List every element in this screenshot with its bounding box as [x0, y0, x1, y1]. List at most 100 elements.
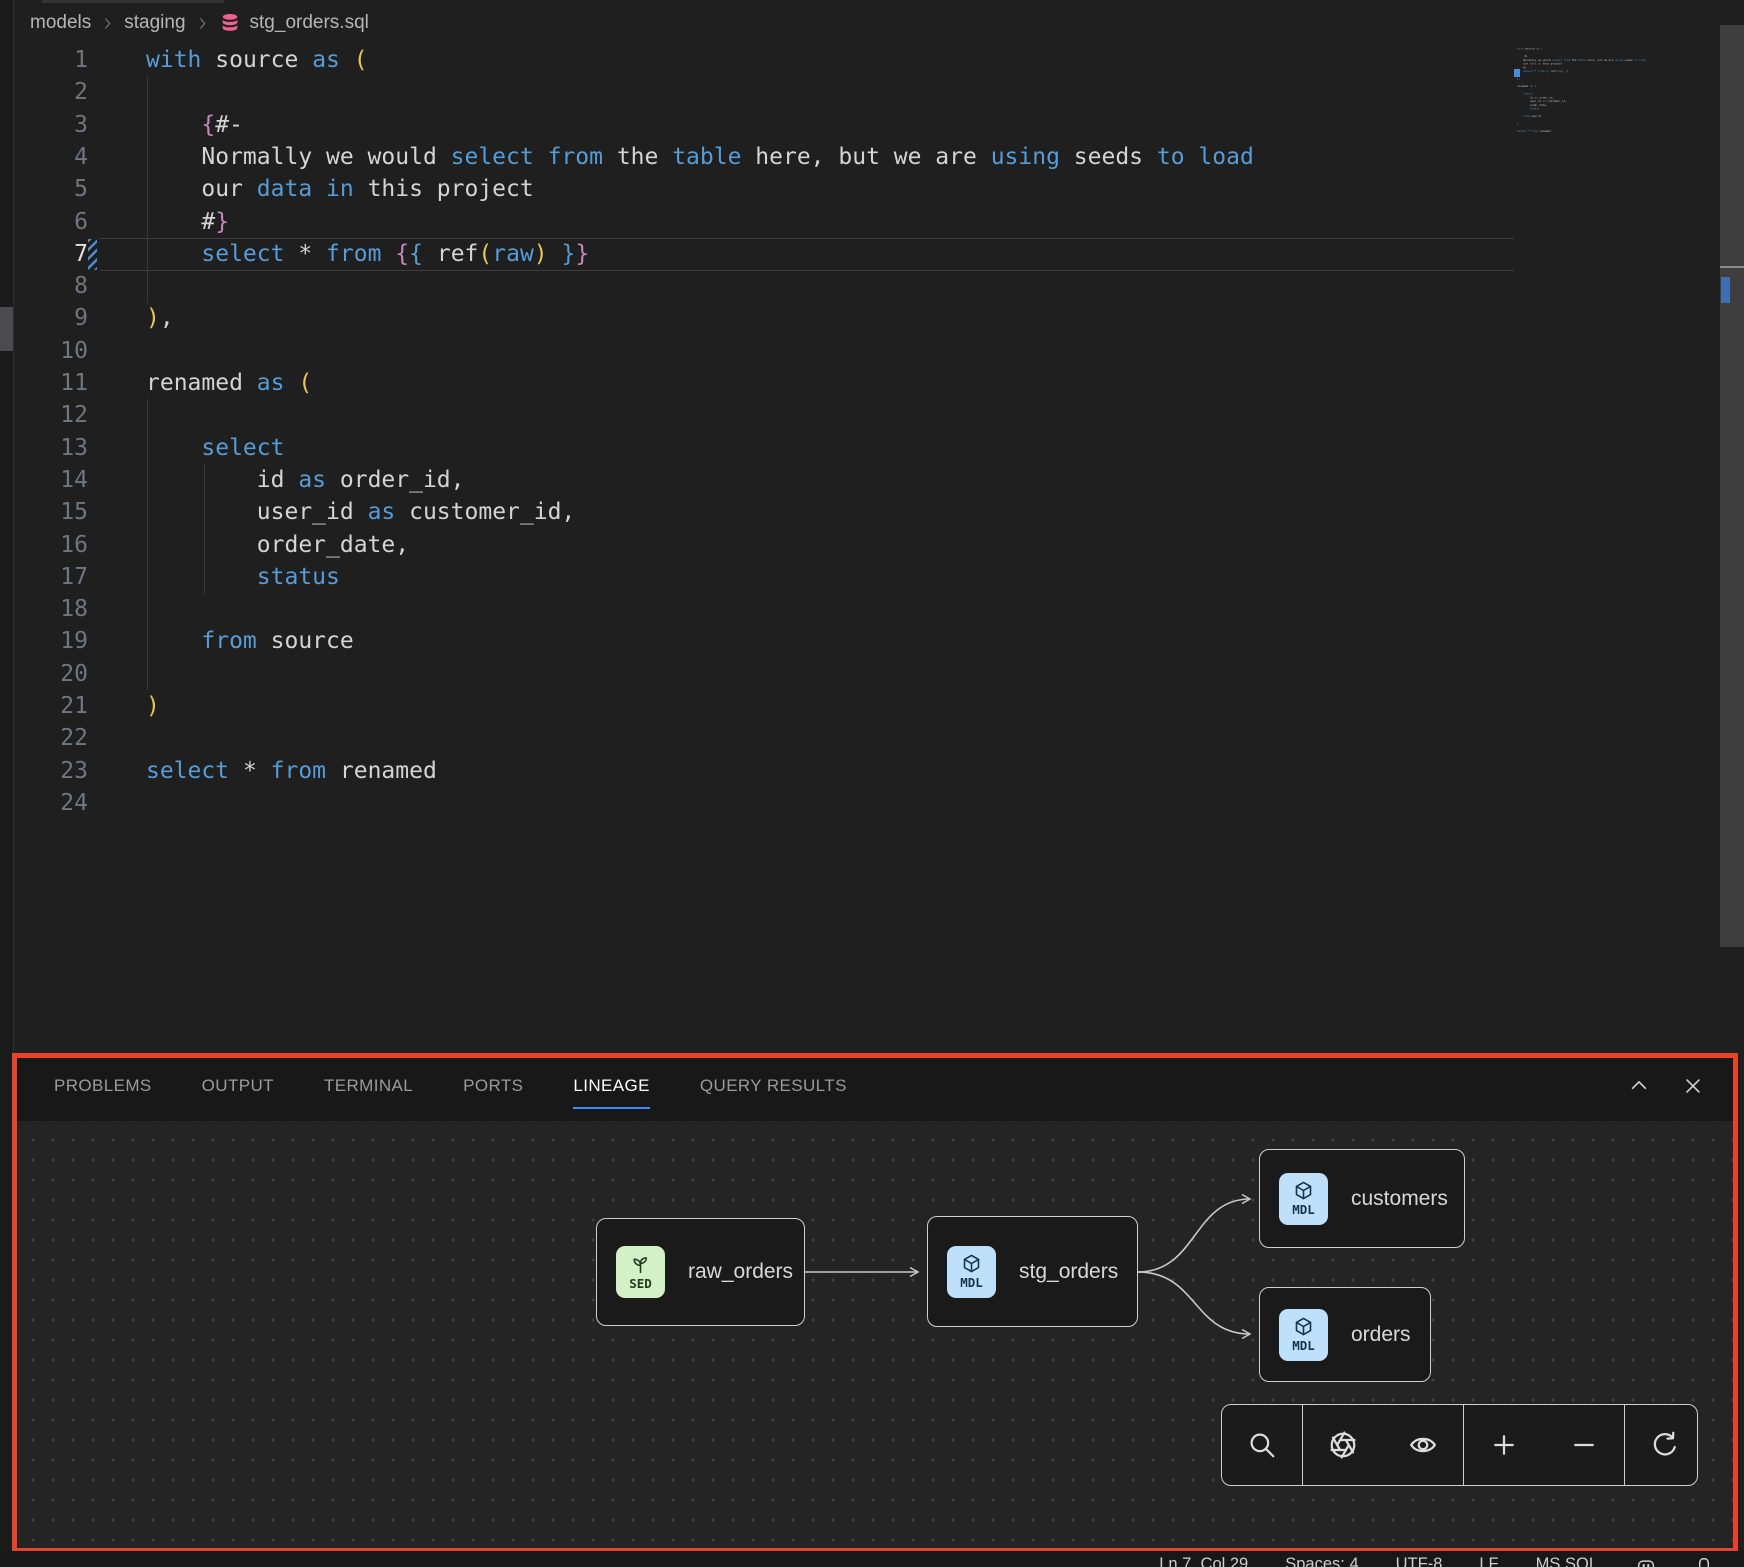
panel-actions — [1627, 1074, 1705, 1098]
line-number: 11 — [36, 367, 88, 399]
lineage-toolbar — [1221, 1404, 1698, 1486]
chevron-up-icon[interactable] — [1627, 1074, 1651, 1098]
lineage-node-stg_orders[interactable]: MDLstg_orders — [927, 1216, 1138, 1327]
node-label: orders — [1351, 1323, 1411, 1347]
code-line[interactable]: 14 id as order_id, — [0, 464, 1514, 497]
code-text: ), — [146, 302, 174, 334]
code-line[interactable]: 11 renamed as ( — [0, 367, 1514, 400]
code-text: status — [146, 561, 340, 593]
code-text: select — [146, 432, 284, 464]
overview-ruler-modified-mark — [1721, 277, 1730, 303]
vscode-window: modelsstagingstg_orders.sql 1with source… — [0, 0, 1744, 1567]
editor-scrollbar[interactable] — [1720, 25, 1744, 947]
refresh-icon[interactable] — [1635, 1415, 1695, 1475]
code-line[interactable]: 6 #} — [0, 206, 1514, 239]
code-text: ) — [146, 690, 160, 722]
minimap-modified-marker — [1514, 69, 1520, 77]
code-line[interactable]: 13 select — [0, 432, 1514, 465]
code-line[interactable]: 1 with source as ( — [0, 44, 1514, 77]
line-number: 13 — [36, 432, 88, 464]
minimap[interactable]: with source as ( {#- Normally we would s… — [1517, 47, 1717, 157]
bell-icon[interactable] — [1693, 1555, 1714, 1567]
tab-lineage[interactable]: LINEAGE — [573, 1076, 650, 1109]
code-text: with source as ( — [146, 44, 368, 76]
code-line[interactable]: 16 order_date, — [0, 529, 1514, 562]
line-number: 5 — [36, 173, 88, 205]
eye-icon[interactable] — [1393, 1415, 1453, 1475]
tab-problems[interactable]: PROBLEMS — [54, 1076, 152, 1109]
line-number: 12 — [36, 399, 88, 431]
code-text: order_date, — [146, 529, 409, 561]
code-line[interactable]: 23select * from renamed — [0, 755, 1514, 788]
code-line[interactable]: 5 our data in this project — [0, 173, 1514, 206]
line-number: 20 — [36, 658, 88, 690]
code-line[interactable]: 22 — [0, 722, 1514, 755]
line-number: 10 — [36, 335, 88, 367]
aperture-icon[interactable] — [1313, 1415, 1373, 1475]
tab-output[interactable]: OUTPUT — [202, 1076, 274, 1109]
lineage-node-raw_orders[interactable]: SED raw_orders — [596, 1218, 805, 1326]
line-number: 18 — [36, 593, 88, 625]
code-line[interactable]: 24 — [0, 787, 1514, 820]
bottom-panel: PROBLEMS OUTPUT TERMINAL PORTS LINEAGE QUERY … — [17, 1058, 1733, 1548]
status-spaces[interactable]: Spaces: 4 — [1285, 1555, 1358, 1567]
node-label: stg_orders — [1019, 1260, 1118, 1284]
line-number: 23 — [36, 755, 88, 787]
node-label: customers — [1351, 1187, 1448, 1211]
line-number: 15 — [36, 496, 88, 528]
line-number: 1 — [36, 44, 88, 76]
line-number: 6 — [36, 206, 88, 238]
cube-badge: MDL — [1279, 1309, 1328, 1361]
code-line[interactable]: 18 — [0, 593, 1514, 626]
code-text: renamed as ( — [146, 367, 312, 399]
code-line[interactable]: 10 — [0, 335, 1514, 368]
status-ms[interactable]: MS SQL — [1536, 1555, 1598, 1567]
code-text: from source — [146, 625, 354, 657]
status-bar: Ln 7, Col 29 Spaces: 4 UTF-8 LF MS SQL — [0, 1551, 1744, 1567]
code-line[interactable]: 19 from source — [0, 625, 1514, 658]
code-line[interactable]: 8 — [0, 270, 1514, 303]
code-line[interactable]: 4 Normally we would select from the tabl… — [0, 141, 1514, 174]
code-line[interactable]: 17 status — [0, 561, 1514, 594]
code-line[interactable]: 9), — [0, 302, 1514, 335]
code-line[interactable]: 15 user_id as customer_id, — [0, 496, 1514, 529]
search-icon[interactable] — [1232, 1415, 1292, 1475]
copilot-icon[interactable] — [1635, 1555, 1656, 1567]
code-line[interactable]: 3 {#- — [0, 109, 1514, 142]
code-text: #} — [146, 206, 229, 238]
minus-icon[interactable] — [1554, 1415, 1614, 1475]
line-number: 16 — [36, 529, 88, 561]
code-text: select * from {{ ref(raw) }} — [146, 238, 589, 270]
seedling-badge: SED — [616, 1246, 665, 1298]
line-number: 7 — [36, 238, 88, 270]
code-line[interactable]: 2 — [0, 76, 1514, 109]
line-number: 21 — [36, 690, 88, 722]
status-utf-8[interactable]: UTF-8 — [1396, 1555, 1443, 1567]
line-number: 8 — [36, 270, 88, 302]
code-text: Normally we would select from the table … — [146, 141, 1254, 173]
line-number: 19 — [36, 625, 88, 657]
lineage-node-customers[interactable]: MDLcustomers — [1259, 1149, 1465, 1248]
line-number: 14 — [36, 464, 88, 496]
close-icon[interactable] — [1681, 1074, 1705, 1098]
code-text: our data in this project — [146, 173, 534, 205]
code-line[interactable]: 12 — [0, 399, 1514, 432]
code-text: {#- — [146, 109, 243, 141]
tab-query-results[interactable]: QUERY RESULTS — [700, 1076, 847, 1109]
code-line[interactable]: 7 select * from {{ ref(raw) }} — [0, 238, 1514, 271]
code-line[interactable]: 20 — [0, 658, 1514, 691]
tab-terminal[interactable]: TERMINAL — [324, 1076, 413, 1109]
line-number: 17 — [36, 561, 88, 593]
code-line[interactable]: 21) — [0, 690, 1514, 723]
status-ln[interactable]: Ln 7, Col 29 — [1159, 1555, 1248, 1567]
node-label: raw_orders — [688, 1260, 793, 1284]
code-editor[interactable]: 1with source as (23 {#-4 Normally we wou… — [0, 0, 1514, 947]
line-number: 22 — [36, 722, 88, 754]
status-lf[interactable]: LF — [1479, 1555, 1498, 1567]
line-number: 24 — [36, 787, 88, 819]
code-text: id as order_id, — [146, 464, 465, 496]
lineage-node-orders[interactable]: MDL orders — [1259, 1287, 1431, 1382]
lineage-canvas[interactable]: SEDraw_ordersMDLstg_ordersMDLcustomersMD… — [17, 1121, 1733, 1548]
tab-ports[interactable]: PORTS — [463, 1076, 523, 1109]
plus-icon[interactable] — [1474, 1415, 1534, 1475]
